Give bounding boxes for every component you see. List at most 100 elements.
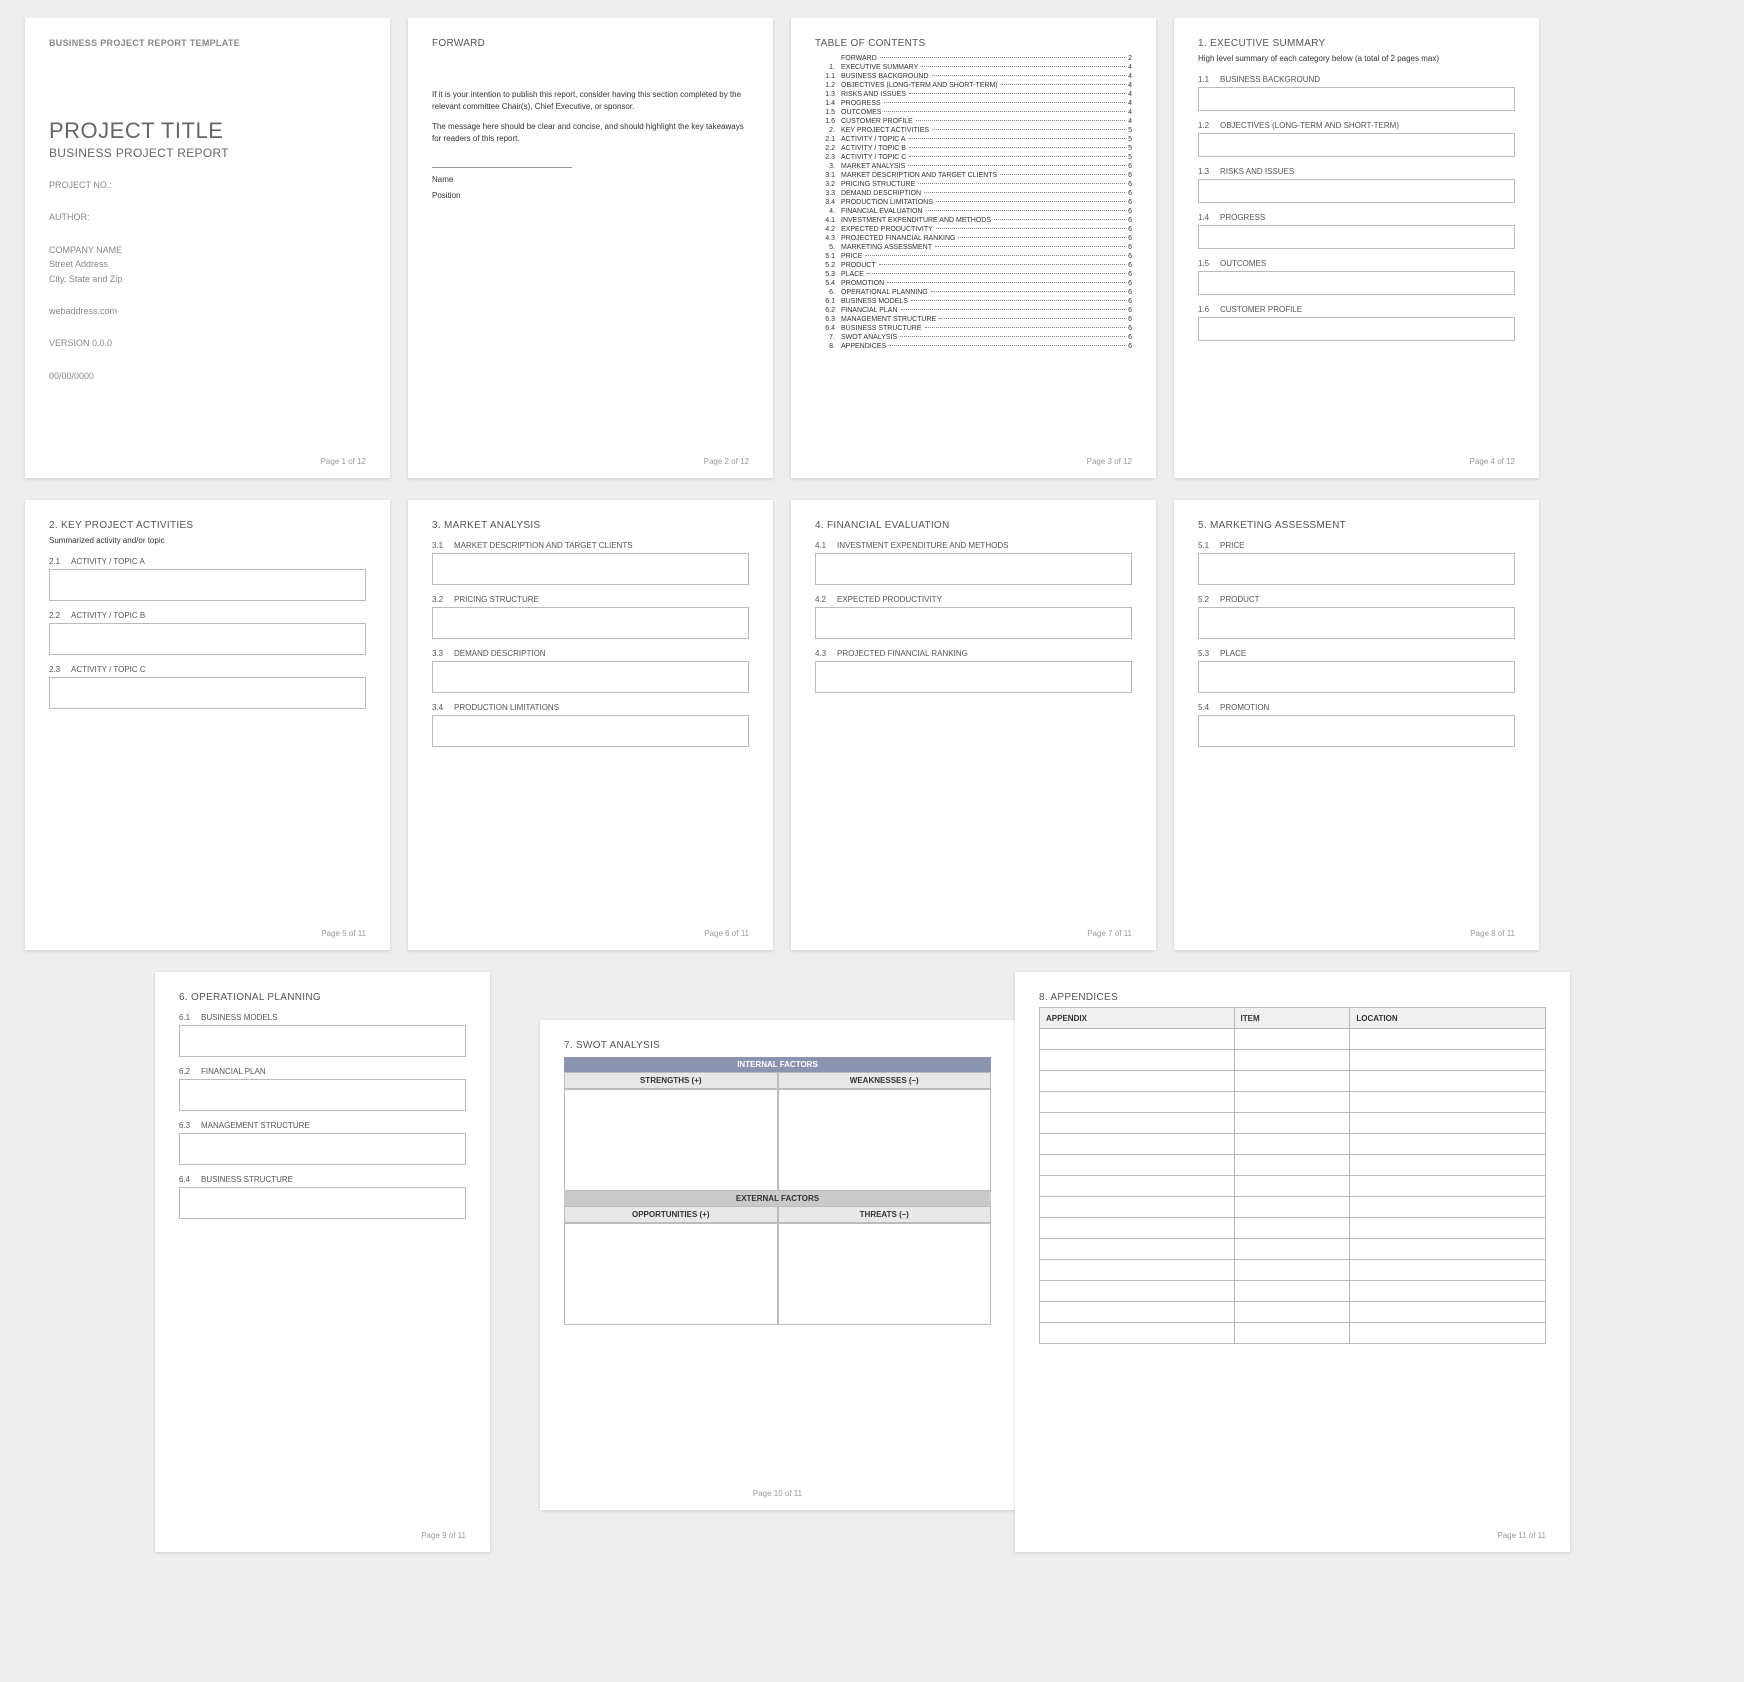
appendix-row bbox=[1040, 1155, 1546, 1176]
page-footer: Page 8 of 11 bbox=[1470, 929, 1515, 938]
page-footer: Page 6 of 11 bbox=[704, 929, 749, 938]
input-box bbox=[432, 661, 749, 693]
subsection: 1.2OBJECTIVES (LONG-TERM AND SHORT-TERM) bbox=[1198, 121, 1515, 130]
toc-row: 2.3ACTIVITY / TOPIC C5 bbox=[815, 154, 1132, 161]
appendix-row bbox=[1040, 1071, 1546, 1092]
project-subtitle: BUSINESS PROJECT REPORT bbox=[49, 146, 366, 160]
input-box bbox=[815, 607, 1132, 639]
subsection: 3.3DEMAND DESCRIPTION bbox=[432, 649, 749, 658]
toc-row: 4.FINANCIAL EVALUATION6 bbox=[815, 208, 1132, 215]
section-header: 8. APPENDICES bbox=[1039, 992, 1546, 1003]
input-box bbox=[49, 569, 366, 601]
position-label: Position bbox=[432, 190, 749, 202]
input-box bbox=[1198, 317, 1515, 341]
page-footer: Page 11 of 11 bbox=[1497, 1531, 1546, 1540]
section-header: 7. SWOT ANALYSIS bbox=[564, 1040, 991, 1051]
subsection: 3.2PRICING STRUCTURE bbox=[432, 595, 749, 604]
page-6: 3. MARKET ANALYSIS 3.1MARKET DESCRIPTION… bbox=[408, 500, 773, 950]
subsection: 4.1INVESTMENT EXPENDITURE AND METHODS bbox=[815, 541, 1132, 550]
subsection: 6.1BUSINESS MODELS bbox=[179, 1013, 466, 1022]
input-box bbox=[1198, 271, 1515, 295]
threats-header: THREATS (–) bbox=[778, 1206, 992, 1223]
input-box bbox=[1198, 179, 1515, 203]
appendix-col-header: ITEM bbox=[1234, 1008, 1350, 1029]
toc-row: 6.2FINANCIAL PLAN6 bbox=[815, 307, 1132, 314]
toc-row: 4.1INVESTMENT EXPENDITURE AND METHODS6 bbox=[815, 217, 1132, 224]
input-box bbox=[1198, 661, 1515, 693]
input-box bbox=[1198, 133, 1515, 157]
input-box bbox=[1198, 553, 1515, 585]
swot-table: INTERNAL FACTORS STRENGTHS (+) WEAKNESSE… bbox=[564, 1057, 991, 1325]
input-box bbox=[1198, 87, 1515, 111]
weaknesses-box bbox=[778, 1089, 992, 1191]
page-2: FORWARD If it is your intention to publi… bbox=[408, 18, 773, 478]
appendix-row bbox=[1040, 1029, 1546, 1050]
opportunities-box bbox=[564, 1223, 778, 1325]
forward-para2: The message here should be clear and con… bbox=[432, 121, 749, 145]
toc-row: 3.4PRODUCTION LIMITATIONS6 bbox=[815, 199, 1132, 206]
subsection: 5.4PROMOTION bbox=[1198, 703, 1515, 712]
page-footer: Page 3 of 12 bbox=[1087, 457, 1132, 466]
toc-row: 5.3PLACE6 bbox=[815, 271, 1132, 278]
appendix-table: APPENDIXITEMLOCATION bbox=[1039, 1007, 1546, 1344]
page-1: BUSINESS PROJECT REPORT TEMPLATE PROJECT… bbox=[25, 18, 390, 478]
subsection: 4.3PROJECTED FINANCIAL RANKING bbox=[815, 649, 1132, 658]
appendix-row bbox=[1040, 1197, 1546, 1218]
section-header: 6. OPERATIONAL PLANNING bbox=[179, 992, 466, 1003]
toc-row: 4.2EXPECTED PRODUCTIVITY6 bbox=[815, 226, 1132, 233]
appendix-row bbox=[1040, 1092, 1546, 1113]
appendix-row bbox=[1040, 1134, 1546, 1155]
page-footer: Page 2 of 12 bbox=[704, 457, 749, 466]
page-8: 5. MARKETING ASSESSMENT 5.1PRICE5.2PRODU… bbox=[1174, 500, 1539, 950]
strengths-box bbox=[564, 1089, 778, 1191]
section-header: 4. FINANCIAL EVALUATION bbox=[815, 520, 1132, 531]
toc-row: 3.1MARKET DESCRIPTION AND TARGET CLIENTS… bbox=[815, 172, 1132, 179]
toc-row: 1.2OBJECTIVES (LONG-TERM AND SHORT-TERM)… bbox=[815, 82, 1132, 89]
appendix-row bbox=[1040, 1239, 1546, 1260]
section-header: 2. KEY PROJECT ACTIVITIES bbox=[49, 520, 366, 531]
toc-row: 1.6CUSTOMER PROFILE4 bbox=[815, 118, 1132, 125]
toc-row: FORWARD2 bbox=[815, 55, 1132, 62]
page-footer: Page 10 of 11 bbox=[540, 1489, 1015, 1498]
template-header: BUSINESS PROJECT REPORT TEMPLATE bbox=[49, 38, 366, 48]
page-4: 1. EXECUTIVE SUMMARY High level summary … bbox=[1174, 18, 1539, 478]
toc-row: 1.4PROGRESS4 bbox=[815, 100, 1132, 107]
page-5: 2. KEY PROJECT ACTIVITIES Summarized act… bbox=[25, 500, 390, 950]
subsection: 4.2EXPECTED PRODUCTIVITY bbox=[815, 595, 1132, 604]
input-box bbox=[1198, 715, 1515, 747]
subsection: 3.1MARKET DESCRIPTION AND TARGET CLIENTS bbox=[432, 541, 749, 550]
toc-list: FORWARD21.EXECUTIVE SUMMARY41.1BUSINESS … bbox=[815, 55, 1132, 350]
subsection: 6.4BUSINESS STRUCTURE bbox=[179, 1175, 466, 1184]
strengths-header: STRENGTHS (+) bbox=[564, 1072, 778, 1089]
threats-box bbox=[778, 1223, 992, 1325]
appendix-col-header: APPENDIX bbox=[1040, 1008, 1235, 1029]
author-label: AUTHOR: bbox=[49, 210, 366, 224]
appendix-row bbox=[1040, 1281, 1546, 1302]
appendix-row bbox=[1040, 1113, 1546, 1134]
input-box bbox=[179, 1079, 466, 1111]
company-block: COMPANY NAME Street Address City, State … bbox=[49, 243, 366, 286]
toc-row: 2.2ACTIVITY / TOPIC B5 bbox=[815, 145, 1132, 152]
toc-row: 3.MARKET ANALYSIS6 bbox=[815, 163, 1132, 170]
subsection: 5.2PRODUCT bbox=[1198, 595, 1515, 604]
input-box bbox=[432, 553, 749, 585]
input-box bbox=[179, 1025, 466, 1057]
date: 00/00/0000 bbox=[49, 369, 366, 383]
toc-header: TABLE OF CONTENTS bbox=[815, 38, 1132, 49]
subsection: 2.1ACTIVITY / TOPIC A bbox=[49, 557, 366, 566]
toc-row: 6.1BUSINESS MODELS6 bbox=[815, 298, 1132, 305]
toc-row: 5.1PRICE6 bbox=[815, 253, 1132, 260]
toc-row: 2.KEY PROJECT ACTIVITIES5 bbox=[815, 127, 1132, 134]
section-note: Summarized activity and/or topic bbox=[49, 535, 366, 547]
toc-row: 1.5OUTCOMES4 bbox=[815, 109, 1132, 116]
subsection: 1.6CUSTOMER PROFILE bbox=[1198, 305, 1515, 314]
toc-row: 8.APPENDICES6 bbox=[815, 343, 1132, 350]
subsection: 5.1PRICE bbox=[1198, 541, 1515, 550]
page-footer: Page 1 of 12 bbox=[321, 457, 366, 466]
page-11: 8. APPENDICES APPENDIXITEMLOCATION Page … bbox=[1015, 972, 1570, 1552]
toc-row: 6.4BUSINESS STRUCTURE6 bbox=[815, 325, 1132, 332]
toc-row: 7.SWOT ANALYSIS6 bbox=[815, 334, 1132, 341]
signature-line bbox=[432, 167, 572, 168]
version: VERSION 0.0.0 bbox=[49, 336, 366, 350]
weaknesses-header: WEAKNESSES (–) bbox=[778, 1072, 992, 1089]
